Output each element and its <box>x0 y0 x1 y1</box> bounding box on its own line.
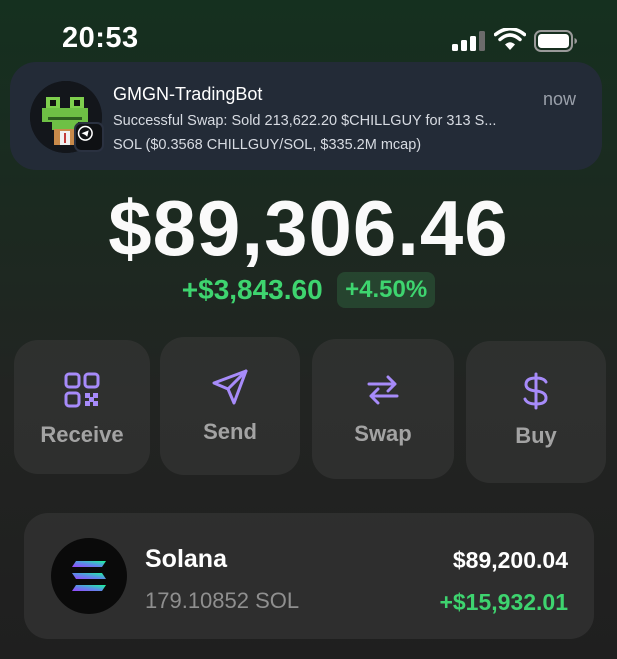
token-value: $89,200.04 <box>452 547 568 573</box>
receive-label: Receive <box>40 422 124 447</box>
telegram-icon <box>74 122 104 152</box>
send-icon <box>212 369 248 405</box>
battery-icon <box>534 30 577 52</box>
notification-time: now <box>542 89 576 109</box>
notification-body: Successful Swap: Sold 213,622.20 $CHILLG… <box>113 109 563 157</box>
change-amount: +$3,843.60 <box>181 274 323 305</box>
solana-logo-icon <box>51 538 127 614</box>
cellular-signal-icon <box>452 31 485 51</box>
buy-button[interactable]: Buy <box>466 341 606 483</box>
qr-code-icon <box>64 372 100 408</box>
token-name: Solana <box>145 545 227 573</box>
send-button[interactable]: Send <box>160 337 300 475</box>
swap-label: Swap <box>354 421 412 446</box>
swap-button[interactable]: Swap <box>312 339 454 479</box>
receive-button[interactable]: Receive <box>14 340 150 474</box>
portfolio-balance: $89,306.46 <box>108 184 509 272</box>
status-time: 20:53 <box>62 22 139 54</box>
swap-icon <box>367 375 399 405</box>
dollar-icon <box>523 372 548 410</box>
portfolio-change: +$3,843.60 +4.50% <box>0 272 617 312</box>
buy-label: Buy <box>515 423 557 448</box>
token-row-solana[interactable]: Solana 179.10852 SOL $89,200.04 +$15,932… <box>24 513 594 639</box>
notification-app-name: GMGN-TradingBot <box>113 84 263 104</box>
token-amount: 179.10852 SOL <box>145 588 300 613</box>
send-label: Send <box>203 419 257 444</box>
notification-line-1: Successful Swap: Sold 213,622.20 $CHILLG… <box>113 113 497 129</box>
wifi-icon <box>494 28 526 50</box>
token-change: +$15,932.01 <box>439 589 568 615</box>
push-notification[interactable]: GMGN-TradingBot now Successful Swap: Sol… <box>10 62 602 170</box>
change-percent-badge: +4.50% <box>337 272 436 308</box>
notification-line-2: SOL ($0.3568 CHILLGUY/SOL, $335.2M mcap) <box>113 137 422 153</box>
